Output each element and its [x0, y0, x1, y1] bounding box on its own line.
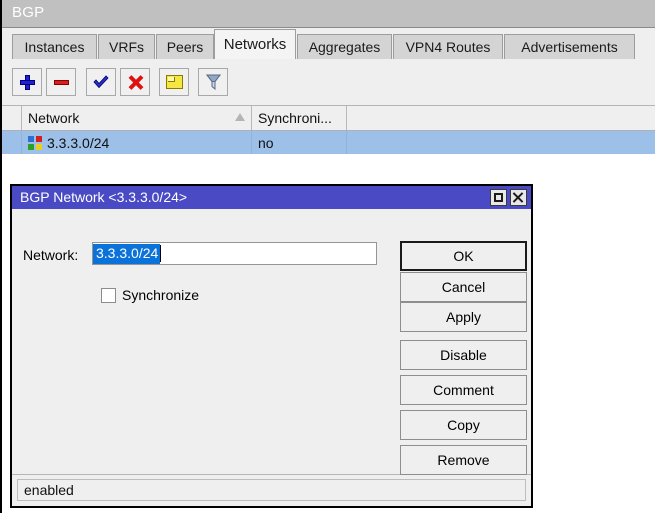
synchronize-checkbox-row[interactable]: Synchronize: [101, 287, 199, 303]
enable-button[interactable]: [86, 68, 116, 96]
window-title: BGP: [12, 4, 44, 21]
tab-peers[interactable]: Peers: [156, 34, 214, 59]
network-value: 3.3.3.0/24: [47, 135, 109, 151]
tab-vrfs[interactable]: VRFs: [98, 34, 155, 59]
dialog-title: BGP Network <3.3.3.0/24>: [20, 189, 187, 205]
maximize-button[interactable]: [490, 189, 507, 206]
button-label: Copy: [447, 417, 480, 433]
window-titlebar: BGP: [2, 0, 655, 28]
four-squares-icon: [28, 136, 42, 150]
tab-label: Advertisements: [521, 39, 617, 55]
dialog-statusbar: enabled: [12, 474, 531, 506]
tab-label: VRFs: [109, 39, 144, 55]
table-header-row: Network Synchroni...: [2, 106, 655, 131]
tab-networks[interactable]: Networks: [214, 29, 296, 59]
tab-instances[interactable]: Instances: [12, 34, 97, 59]
button-label: OK: [453, 248, 473, 264]
bgp-network-dialog: BGP Network <3.3.3.0/24> Network: 3.3.3.…: [10, 184, 533, 508]
toolbar: [2, 59, 655, 106]
tab-label: Instances: [25, 39, 85, 55]
button-label: Apply: [446, 309, 481, 325]
button-label: Cancel: [442, 279, 486, 295]
bgp-window: BGP Instances VRFs Peers Networks Aggregates…: [0, 0, 655, 513]
table-row[interactable]: 3.3.3.0/24 no: [2, 131, 655, 154]
network-field-label: Network:: [23, 247, 78, 263]
remove-button[interactable]: Remove: [400, 445, 527, 475]
button-label: Comment: [433, 382, 494, 398]
copy-button[interactable]: Copy: [400, 410, 527, 440]
filter-icon: [206, 74, 221, 90]
minus-icon: [54, 80, 69, 85]
close-button[interactable]: [510, 189, 527, 206]
close-icon: [513, 192, 524, 203]
cell-filler: [347, 131, 655, 154]
filter-button[interactable]: [198, 68, 228, 96]
column-header[interactable]: Synchroni...: [252, 106, 347, 130]
disable-button[interactable]: [120, 68, 150, 96]
tab-aggregates[interactable]: Aggregates: [297, 34, 392, 59]
column-header-label: Synchroni...: [258, 110, 332, 126]
add-button[interactable]: [12, 68, 42, 96]
tab-bar: Instances VRFs Peers Networks Aggregates VPN4…: [2, 28, 655, 60]
comment-button[interactable]: Comment: [400, 375, 527, 405]
synchronize-label: Synchronize: [122, 287, 199, 303]
text-caret: [160, 245, 161, 262]
maximize-icon: [494, 193, 503, 202]
tab-label: Aggregates: [309, 39, 381, 55]
tab-label: Networks: [224, 36, 287, 53]
tab-vpn4-routes[interactable]: VPN4 Routes: [393, 34, 503, 59]
check-icon: [93, 75, 109, 89]
x-icon: [128, 75, 143, 90]
cancel-button[interactable]: Cancel: [400, 272, 527, 302]
button-label: Disable: [440, 347, 487, 363]
synchronize-checkbox[interactable]: [101, 288, 116, 303]
row-gutter: [2, 131, 22, 154]
plus-icon: [20, 75, 35, 90]
comment-button[interactable]: [159, 68, 189, 96]
column-header-label: Network: [28, 110, 79, 126]
disable-button[interactable]: Disable: [400, 340, 527, 370]
sort-ascending-icon: [235, 113, 245, 121]
tab-label: VPN4 Routes: [406, 39, 491, 55]
cell-network[interactable]: 3.3.3.0/24: [22, 131, 252, 154]
column-header[interactable]: [347, 106, 655, 130]
button-label: Remove: [437, 452, 489, 468]
cell-synchronize[interactable]: no: [252, 131, 347, 154]
network-input[interactable]: 3.3.3.0/24: [92, 242, 377, 265]
ok-button[interactable]: OK: [400, 241, 527, 271]
network-input-value: 3.3.3.0/24: [93, 244, 160, 264]
remove-button[interactable]: [46, 68, 76, 96]
tab-advertisements[interactable]: Advertisements: [504, 34, 635, 59]
apply-button[interactable]: Apply: [400, 302, 527, 332]
column-header[interactable]: Network: [22, 106, 252, 130]
status-text: enabled: [17, 479, 526, 501]
tab-label: Peers: [167, 39, 204, 55]
synchronize-value: no: [258, 135, 274, 151]
note-icon: [166, 75, 183, 89]
dialog-body: Network: 3.3.3.0/24 Synchronize enabled …: [12, 209, 531, 506]
dialog-titlebar[interactable]: BGP Network <3.3.3.0/24>: [12, 186, 531, 209]
column-header[interactable]: [2, 106, 22, 130]
